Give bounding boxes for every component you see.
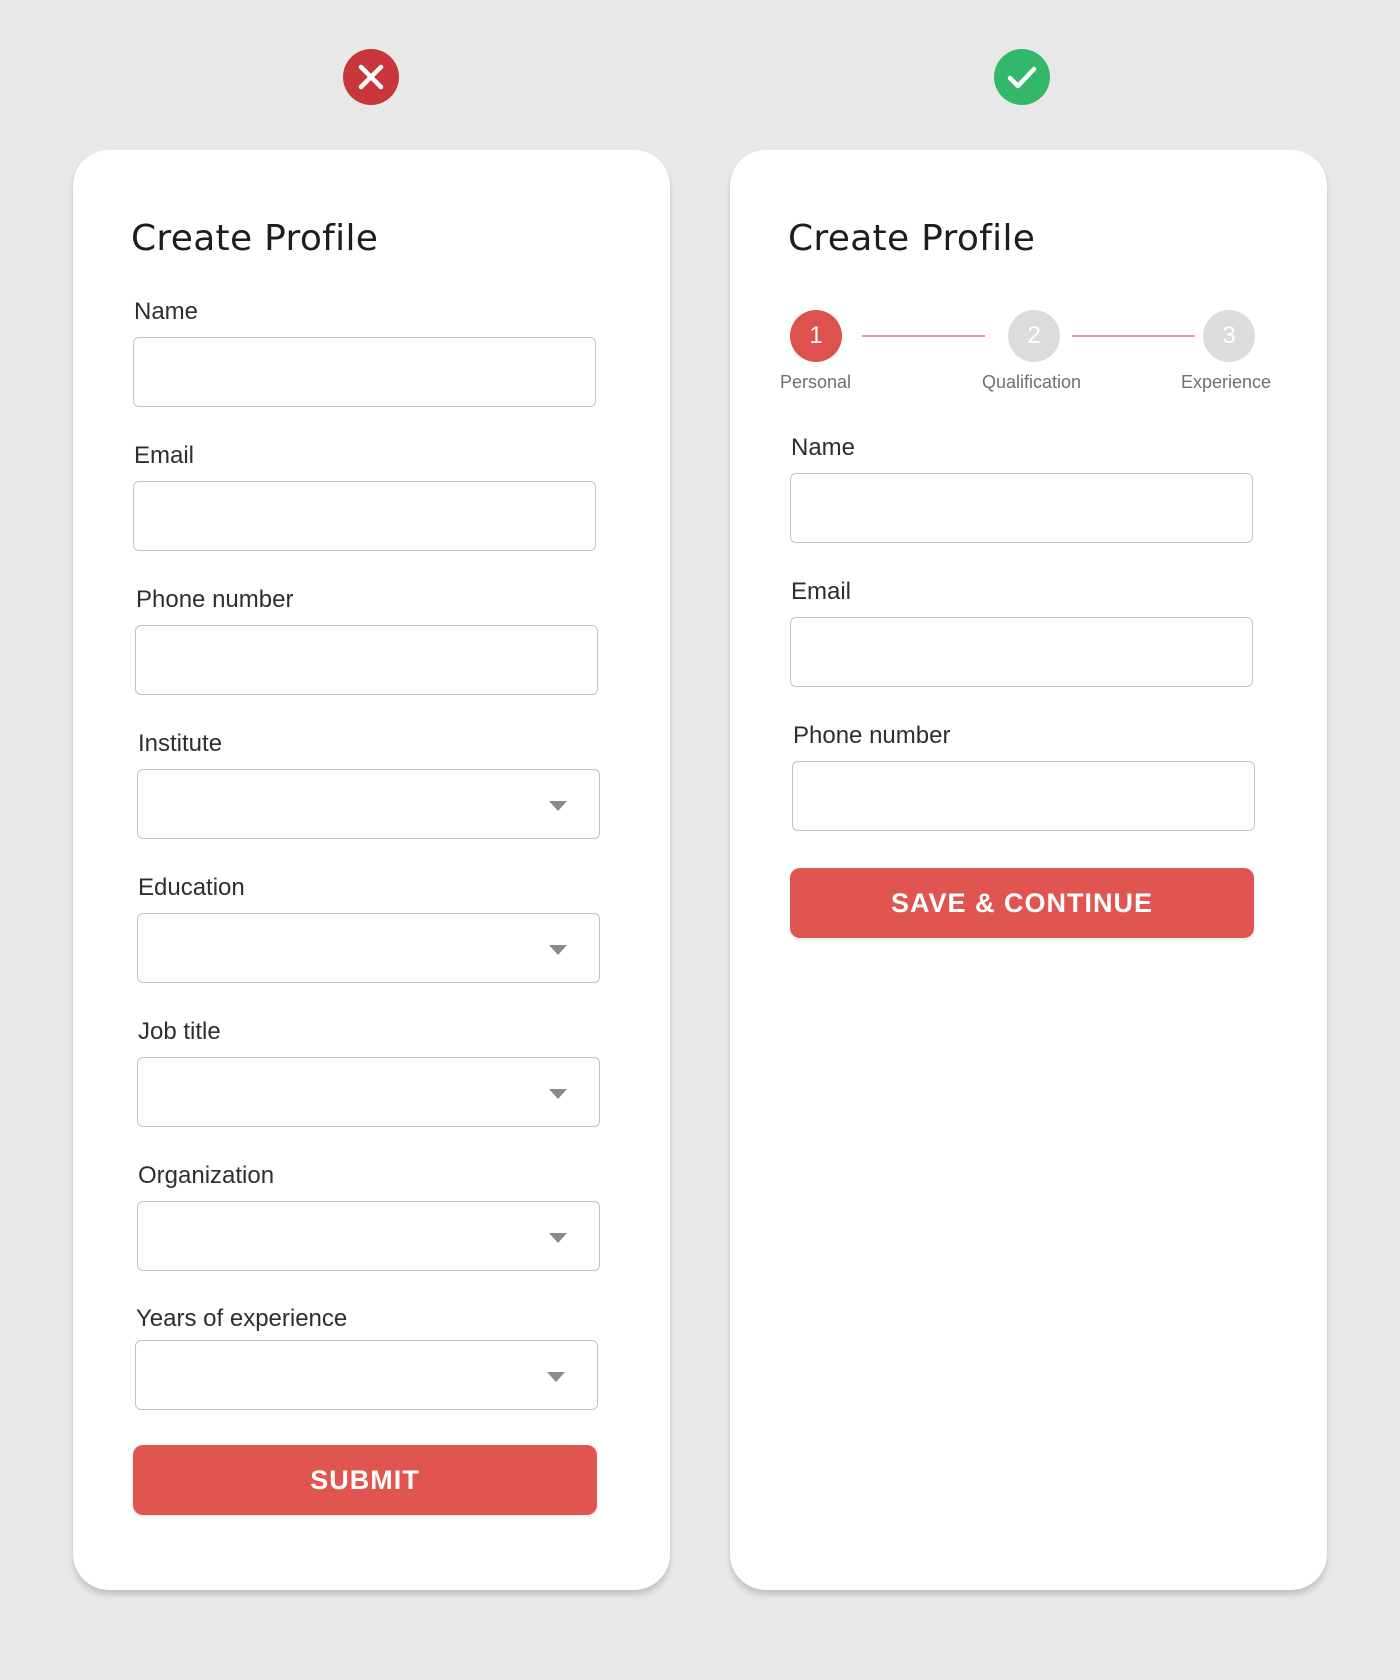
- name-label: Name: [134, 298, 199, 325]
- education-select[interactable]: [137, 913, 600, 983]
- job-title-select[interactable]: [137, 1057, 600, 1127]
- step-1-label: Personal: [780, 372, 852, 392]
- step-2-label: Qualification: [982, 372, 1082, 392]
- dropdown-arrow-icon: [549, 1089, 567, 1099]
- job-title-label: Job title: [138, 1018, 221, 1045]
- dropdown-arrow-icon: [549, 801, 567, 811]
- save-and-continue-button[interactable]: SAVE & CONTINUE: [790, 868, 1254, 938]
- step-1-circle[interactable]: 1: [790, 310, 842, 362]
- name-input[interactable]: [133, 337, 596, 407]
- bad-example-form-card: Create Profile Name Email Phone number I…: [73, 150, 670, 1590]
- bad-example-badge: [343, 49, 399, 105]
- step-connector: [862, 335, 985, 337]
- dropdown-arrow-icon: [547, 1372, 565, 1382]
- good-example-form-card: Create Profile 1 2 3 Personal Qualificat…: [730, 150, 1327, 1590]
- form-title: Create Profile: [788, 218, 1036, 259]
- step-connector: [1072, 335, 1195, 337]
- phone-number-input[interactable]: [792, 761, 1255, 831]
- step-3-label: Experience: [1181, 372, 1272, 392]
- name-input[interactable]: [790, 473, 1253, 543]
- institute-label: Institute: [138, 730, 223, 757]
- name-label: Name: [791, 434, 856, 461]
- email-label: Email: [134, 442, 195, 469]
- email-input[interactable]: [790, 617, 1253, 687]
- institute-select[interactable]: [137, 769, 600, 839]
- organization-select[interactable]: [137, 1201, 600, 1271]
- years-of-experience-select[interactable]: [135, 1340, 598, 1410]
- step-2-circle[interactable]: 2: [1008, 310, 1060, 362]
- x-close-icon: [358, 64, 384, 90]
- email-label: Email: [791, 578, 852, 605]
- good-example-badge: [994, 49, 1050, 105]
- organization-label: Organization: [138, 1162, 275, 1189]
- dropdown-arrow-icon: [549, 945, 567, 955]
- dropdown-arrow-icon: [549, 1233, 567, 1243]
- years-of-experience-label: Years of experience: [136, 1305, 348, 1332]
- submit-button[interactable]: SUBMIT: [133, 1445, 597, 1515]
- phone-number-input[interactable]: [135, 625, 598, 695]
- education-label: Education: [138, 874, 245, 901]
- form-title: Create Profile: [131, 218, 379, 259]
- email-input[interactable]: [133, 481, 596, 551]
- phone-number-label: Phone number: [793, 722, 951, 749]
- checkmark-icon: [1007, 66, 1037, 89]
- phone-number-label: Phone number: [136, 586, 294, 613]
- step-3-circle[interactable]: 3: [1203, 310, 1255, 362]
